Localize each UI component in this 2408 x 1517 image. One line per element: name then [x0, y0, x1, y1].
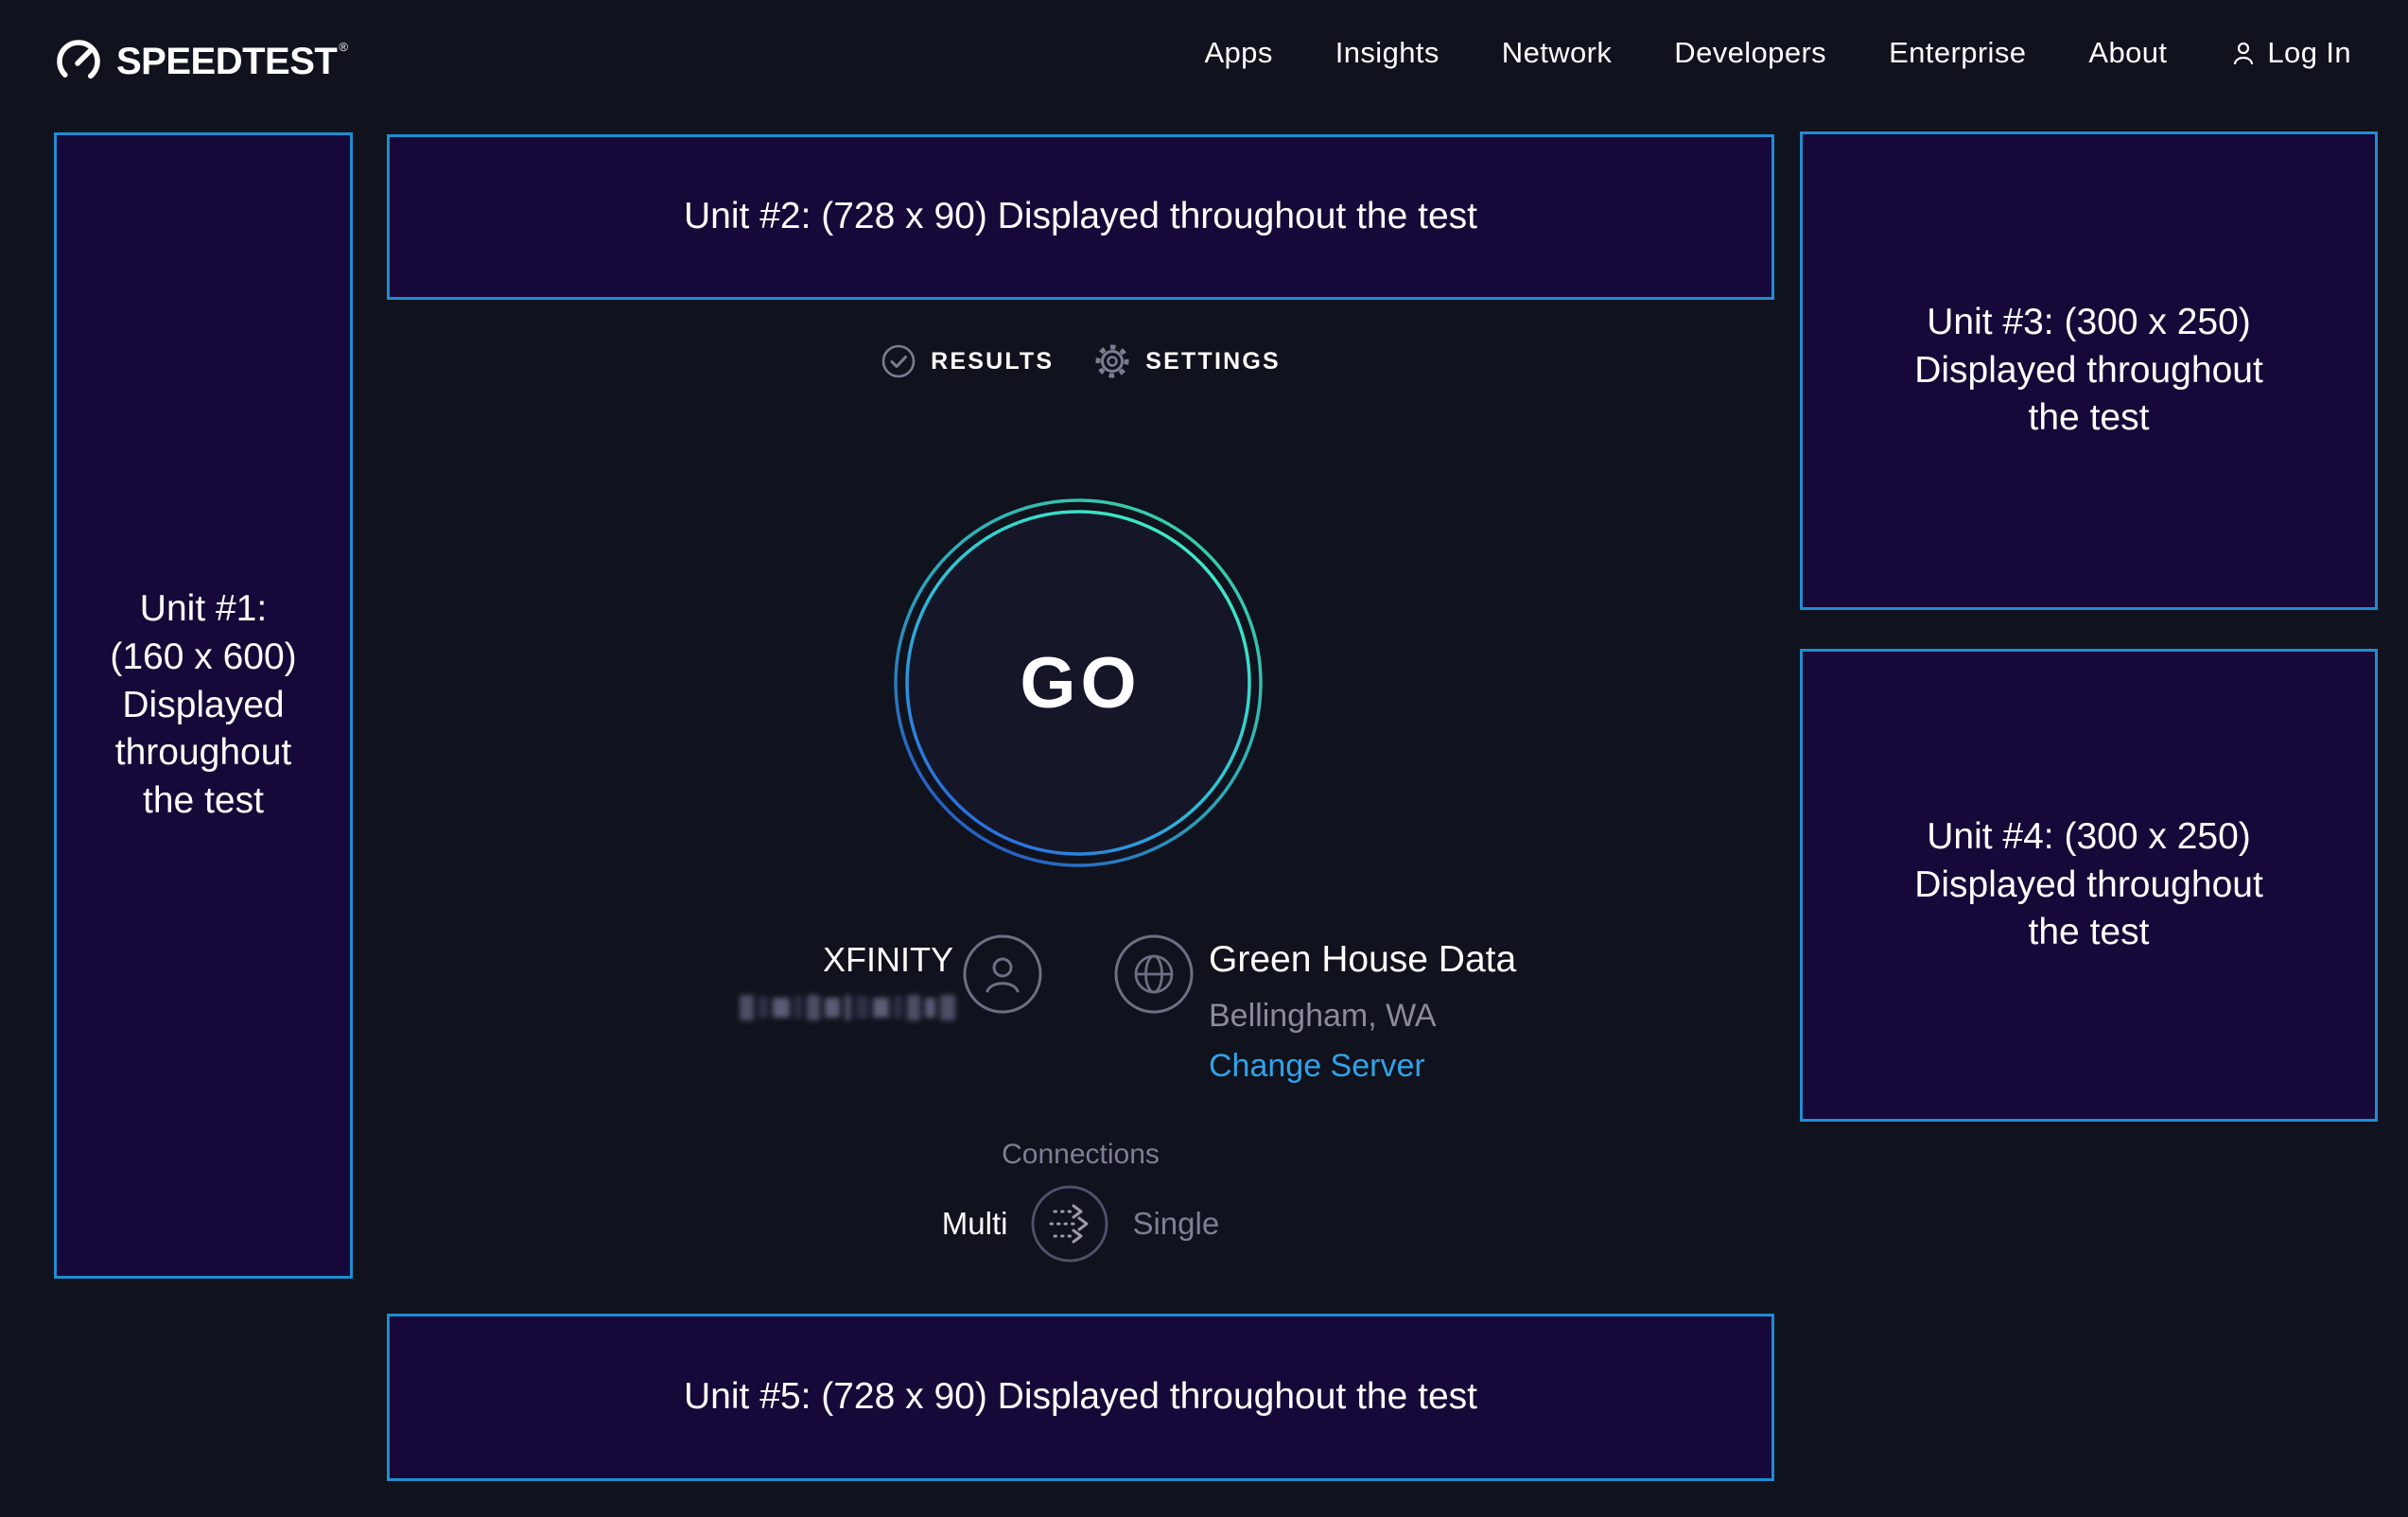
- main-nav: Apps Insights Network Developers Enterpr…: [1204, 0, 2351, 106]
- tab-settings-label: SETTINGS: [1145, 348, 1281, 375]
- connections-row: Multi Single: [387, 1184, 1774, 1264]
- server-name: Green House Data: [1209, 939, 1516, 981]
- ad-unit-3-line: Displayed throughout: [1914, 347, 2263, 395]
- connections-label: Connections: [387, 1139, 1774, 1171]
- ad-unit-2[interactable]: Unit #2: (728 x 90) Displayed throughout…: [387, 134, 1774, 300]
- ad-unit-1-line: (160 x 600): [110, 634, 296, 682]
- nav-item-about[interactable]: About: [2088, 36, 2167, 70]
- tab-results[interactable]: RESULTS: [881, 343, 1054, 379]
- change-server-link[interactable]: Change Server: [1209, 1048, 1425, 1085]
- gear-icon: [1093, 342, 1131, 380]
- ad-unit-5[interactable]: Unit #5: (728 x 90) Displayed throughout…: [387, 1314, 1774, 1481]
- login-label: Log In: [2267, 36, 2351, 70]
- nav-item-developers[interactable]: Developers: [1674, 36, 1826, 70]
- server-location: Bellingham, WA: [1209, 998, 1437, 1035]
- connections-single-label[interactable]: Single: [1132, 1206, 1219, 1242]
- user-icon: [2229, 39, 2258, 67]
- isp-user-icon: [963, 934, 1042, 1014]
- ad-unit-4-line: Displayed throughout: [1914, 862, 2263, 910]
- ad-unit-1-line: Unit #1:: [140, 585, 267, 634]
- nav-item-network[interactable]: Network: [1502, 36, 1613, 70]
- go-label: GO: [893, 497, 1264, 868]
- ad-unit-4[interactable]: Unit #4: (300 x 250) Displayed throughou…: [1800, 649, 2378, 1122]
- server-globe-icon: [1114, 934, 1194, 1014]
- ad-unit-1-line: throughout: [115, 729, 292, 777]
- speedtest-page: SPEEDTEST ® Apps Insights Network Develo…: [0, 0, 2408, 1517]
- redacted-isp-details: [740, 994, 955, 1020]
- ad-unit-3[interactable]: Unit #3: (300 x 250) Displayed throughou…: [1800, 131, 2378, 610]
- ad-unit-3-line: the test: [2029, 394, 2150, 443]
- login-button[interactable]: Log In: [2229, 36, 2351, 70]
- isp-name: XFINITY: [662, 940, 953, 980]
- speedometer-icon: [54, 36, 103, 85]
- nav-item-insights[interactable]: Insights: [1335, 36, 1440, 70]
- ad-unit-4-line: Unit #4: (300 x 250): [1927, 813, 2251, 862]
- ad-unit-2-text: Unit #2: (728 x 90) Displayed throughout…: [684, 193, 1477, 241]
- logo-text: SPEEDTEST: [116, 34, 337, 89]
- ad-unit-4-line: the test: [2029, 909, 2150, 957]
- connections-multi-label[interactable]: Multi: [942, 1206, 1008, 1242]
- ad-unit-1[interactable]: Unit #1: (160 x 600) Displayed throughou…: [54, 132, 353, 1279]
- tab-bar: RESULTS SETTINGS: [387, 342, 1774, 380]
- nav-item-enterprise[interactable]: Enterprise: [1889, 36, 2026, 70]
- ad-unit-1-line: the test: [143, 777, 264, 826]
- go-button[interactable]: GO: [893, 497, 1264, 868]
- nav-item-apps[interactable]: Apps: [1204, 36, 1272, 70]
- ad-unit-1-line: Displayed: [122, 682, 284, 730]
- ad-unit-3-line: Unit #3: (300 x 250): [1927, 299, 2251, 347]
- tab-settings[interactable]: SETTINGS: [1093, 342, 1281, 380]
- speedtest-logo[interactable]: SPEEDTEST ®: [54, 34, 348, 89]
- connections-toggle-icon[interactable]: [1030, 1184, 1109, 1264]
- tab-results-label: RESULTS: [931, 348, 1054, 375]
- logo-trademark: ®: [339, 40, 348, 54]
- check-circle-icon: [881, 343, 916, 379]
- ad-unit-5-text: Unit #5: (728 x 90) Displayed throughout…: [684, 1373, 1477, 1421]
